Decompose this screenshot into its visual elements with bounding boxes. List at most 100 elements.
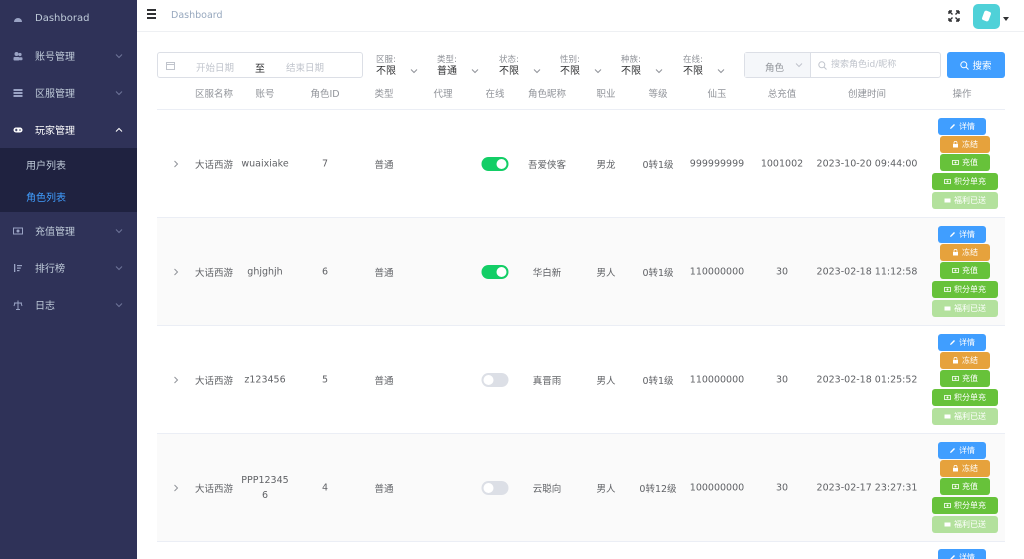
column-header[interactable]: 角色ID [310, 82, 339, 110]
search-button[interactable]: 搜索 [947, 52, 1005, 78]
column-header[interactable]: 职业 [596, 82, 615, 110]
filter-type-select[interactable]: 类型: 普通 [437, 55, 485, 81]
avatar[interactable] [973, 4, 1000, 29]
points-recharge-button[interactable]: 积分单充 [932, 173, 998, 190]
sidebar-item-logs[interactable]: 日志 [0, 286, 137, 323]
detail-button[interactable]: 详情 [938, 118, 986, 135]
recharge-button[interactable]: 充值 [940, 154, 990, 171]
sidebar-item-dashboard[interactable]: Dashborad [0, 0, 137, 37]
welfare-button[interactable]: 福利已送 [932, 516, 998, 533]
chevron-right-icon[interactable] [172, 160, 180, 168]
date-end-input[interactable]: 结束日期 [286, 60, 324, 74]
sidebar-item-ranking[interactable]: 排行榜 [0, 249, 137, 286]
recharge-label: 充值 [962, 266, 978, 275]
online-switch[interactable] [481, 156, 509, 171]
chevron-right-icon[interactable] [172, 376, 180, 384]
welfare-label: 福利已送 [954, 520, 986, 529]
sidebar-item-label: 区服管理 [35, 89, 75, 100]
cell-total-recharge: 30 [775, 266, 789, 277]
fullscreen-icon[interactable] [948, 10, 960, 22]
breadcrumb[interactable]: Dashboard [171, 10, 223, 21]
welfare-button[interactable]: 福利已送 [932, 192, 998, 209]
sidebar-item-players[interactable]: 玩家管理 [0, 111, 137, 148]
sidebar-subitem-user-list[interactable]: 用户列表 [0, 148, 137, 180]
sidebar-item-servers[interactable]: 区服管理 [0, 74, 137, 111]
column-header[interactable]: 创建时间 [848, 82, 886, 110]
column-header[interactable]: 账号 [255, 82, 274, 110]
cell-level: 0转1级 [642, 375, 674, 387]
column-header[interactable]: 在线 [485, 82, 504, 110]
money-icon [944, 502, 951, 509]
column-header[interactable]: 区服名称 [195, 82, 233, 110]
points-recharge-button[interactable]: 积分单充 [932, 389, 998, 406]
row-actions: 详情 冻结 充值 积分单充 福利已送 [932, 442, 998, 534]
chevron-right-icon[interactable] [172, 268, 180, 276]
freeze-button[interactable]: 冻结 [940, 136, 990, 153]
role-search-group: 角色 [744, 52, 941, 78]
role-select[interactable]: 角色 [745, 53, 811, 77]
cell-role-id: 4 [321, 482, 329, 493]
column-header[interactable]: 总充值 [768, 82, 797, 110]
date-start-input[interactable]: 开始日期 [196, 60, 234, 74]
detail-button[interactable]: 详情 [938, 549, 986, 559]
freeze-button[interactable]: 冻结 [940, 460, 990, 477]
detail-label: 详情 [959, 338, 975, 347]
search-button-label: 搜索 [972, 61, 992, 72]
filter-race-select[interactable]: 种族: 不限 [621, 55, 669, 81]
date-range-picker[interactable]: 开始日期 至 结束日期 [157, 52, 363, 78]
search-input[interactable] [831, 57, 936, 73]
detail-label: 详情 [959, 122, 975, 131]
ticket-icon [944, 413, 951, 420]
sidebar-item-accounts[interactable]: 账号管理 [0, 37, 137, 74]
table-row[interactable]: 大话西游 wuaixiake 7 普通 吾爱侠客 男龙 0转1级 9999999… [157, 110, 1005, 218]
cell-account: wuaixiake [241, 158, 289, 169]
detail-button[interactable]: 详情 [938, 226, 986, 243]
recharge-button[interactable]: 充值 [940, 262, 990, 279]
calendar-icon [166, 61, 175, 70]
table-row[interactable]: 大话西游 PPP123456 4 普通 云聪向 男人 0转12级 1000000… [157, 434, 1005, 542]
sidebar-subitem-role-list[interactable]: 角色列表 [0, 180, 137, 212]
chevron-right-icon[interactable] [172, 484, 180, 492]
filter-status-select[interactable]: 状态: 不限 [499, 55, 547, 81]
column-header[interactable]: 类型 [374, 82, 393, 110]
chevron-down-icon [594, 67, 602, 75]
freeze-button[interactable]: 冻结 [940, 352, 990, 369]
table-row[interactable]: 详情 [157, 542, 1005, 559]
points-recharge-button[interactable]: 积分单充 [932, 497, 998, 514]
online-switch[interactable] [481, 480, 509, 495]
detail-button[interactable]: 详情 [938, 442, 986, 459]
filter-label: 类型: [437, 55, 457, 65]
lock-icon [952, 249, 959, 256]
cell-role-id: 5 [321, 374, 329, 385]
table-row[interactable]: 大话西游 z123456 5 普通 真晋雨 男人 0转1级 110000000 … [157, 326, 1005, 434]
points-recharge-button[interactable]: 积分单充 [932, 281, 998, 298]
caret-down-icon[interactable] [1003, 17, 1009, 21]
recharge-button[interactable]: 充值 [940, 478, 990, 495]
online-switch[interactable] [481, 264, 509, 279]
filter-online-select[interactable]: 在线: 不限 [683, 55, 731, 81]
welfare-button[interactable]: 福利已送 [932, 408, 998, 425]
cell-level: 0转1级 [642, 267, 674, 279]
recharge-label: 充值 [962, 158, 978, 167]
welfare-button[interactable]: 福利已送 [932, 300, 998, 317]
column-header[interactable]: 等级 [648, 82, 667, 110]
cell-job: 男人 [596, 483, 616, 495]
chevron-down-icon [115, 301, 123, 309]
recharge-button[interactable]: 充值 [940, 370, 990, 387]
column-header[interactable]: 代理 [433, 82, 452, 110]
cell-nickname: 吾爱侠客 [527, 159, 567, 171]
table-row[interactable]: 大话西游 ghjghjh 6 普通 华白新 男人 0转1级 110000000 … [157, 218, 1005, 326]
column-header[interactable]: 角色昵称 [528, 82, 566, 110]
filter-gender-select[interactable]: 性别: 不限 [560, 55, 608, 81]
column-header[interactable]: 仙玉 [707, 82, 726, 110]
filter-server-select[interactable]: 区服: 不限 [376, 55, 424, 81]
welfare-label: 福利已送 [954, 412, 986, 421]
filter-label: 在线: [683, 55, 703, 65]
freeze-button[interactable]: 冻结 [940, 244, 990, 261]
chevron-down-icon [533, 67, 541, 75]
lock-icon [952, 465, 959, 472]
sidebar-item-recharge[interactable]: 充值管理 [0, 212, 137, 249]
online-switch[interactable] [481, 372, 509, 387]
hamburger-icon[interactable] [147, 9, 157, 19]
detail-button[interactable]: 详情 [938, 334, 986, 351]
